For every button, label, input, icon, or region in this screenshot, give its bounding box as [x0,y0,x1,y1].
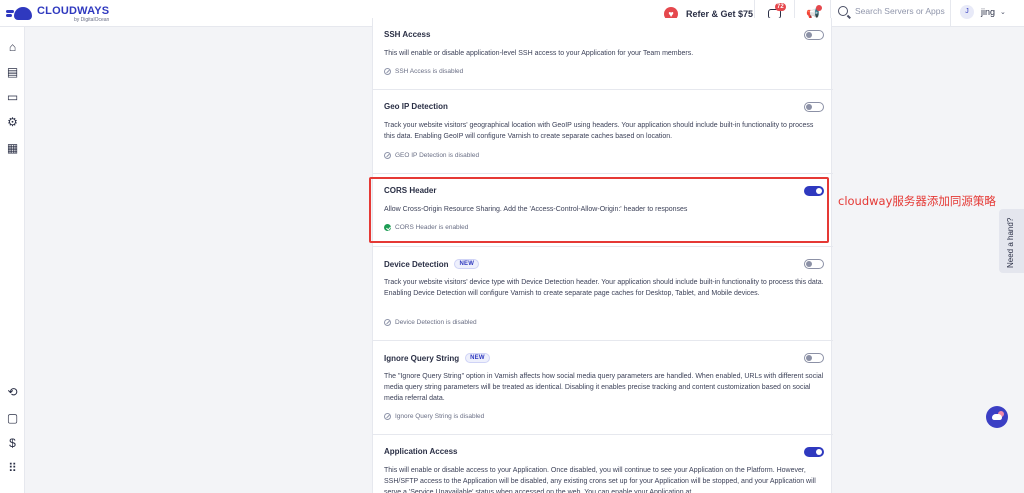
divider [950,0,951,27]
billing-icon[interactable]: ▦ [6,142,19,155]
setting-geo-ip: Geo IP Detection Track your website visi… [373,90,833,174]
ssh-access-toggle[interactable] [804,30,824,40]
apps-grid-icon[interactable]: ⠿ [6,462,19,475]
brand-name: CLOUDWAYS [37,4,110,17]
cloudways-logo[interactable]: CLOUDWAYS by DigitalOcean [6,4,109,24]
status-text: Device Detection is disabled [395,319,477,326]
disabled-icon [384,319,391,326]
application-access-toggle[interactable] [804,447,824,457]
disabled-icon [384,413,391,420]
status-text: GEO IP Detection is disabled [395,152,480,159]
setting-title: Device Detection NEW [384,259,480,269]
settings-icon[interactable]: ⚙ [6,116,19,129]
setting-description: Track your website visitors' device type… [384,279,824,297]
search-bar[interactable] [838,6,950,16]
setting-title: Geo IP Detection [384,102,448,111]
setting-title: Application Access [384,447,458,456]
status-text: Ignore Query String is disabled [395,413,485,420]
ignore-query-string-toggle[interactable] [804,353,824,363]
disabled-icon [384,152,391,159]
setting-title-text: Device Detection [384,259,449,269]
highlight-box [369,177,829,243]
team-icon[interactable]: ⟲ [6,386,19,399]
new-badge: NEW [454,259,480,269]
user-menu[interactable]: J jing ⌄ [960,5,1006,19]
avatar: J [960,5,974,19]
setting-description: The "Ignore Query String" option in Varn… [384,373,824,402]
servers-icon[interactable]: ▤ [6,66,19,79]
annotation-text: cloudway服务器添加同源策略 [838,194,996,208]
geo-ip-toggle[interactable] [804,102,824,112]
setting-device-detection: Device Detection NEW Track your website … [373,247,833,341]
setting-status: Ignore Query String is disabled [384,413,484,420]
sidebar: ⌂ ▤ ▭ ⚙ ▦ ⟲ ▢ $ ⠿ [0,27,25,493]
billing-dollar-icon[interactable]: $ [6,437,19,450]
need-a-hand-label: Need a hand? [1006,217,1015,268]
search-icon [838,6,848,16]
device-detection-toggle[interactable] [804,259,824,269]
setting-ignore-query-string: Ignore Query String NEW The "Ignore Quer… [373,341,833,435]
setting-description: This will enable or disable application-… [384,50,694,57]
setting-status: SSH Access is disabled [384,68,463,75]
brand-byline: by DigitalOcean [74,16,110,23]
folder-icon[interactable]: ▢ [6,412,19,425]
application-settings-card: SSH Access This will enable or disable a… [372,18,833,493]
notification-count-badge: 72 [775,3,786,11]
unread-dot [816,5,822,11]
setting-title: SSH Access [384,30,431,39]
applications-icon[interactable]: ▭ [6,91,19,104]
setting-title: Ignore Query String NEW [384,353,490,363]
chat-support-icon[interactable] [986,406,1008,428]
cloud-logo-icon [6,6,34,22]
new-badge: NEW [465,353,490,363]
search-input[interactable] [855,6,950,16]
setting-title-text: Ignore Query String [384,353,460,363]
home-icon[interactable]: ⌂ [6,41,19,54]
setting-description: This will enable or disable access to yo… [384,467,816,493]
setting-status: GEO IP Detection is disabled [384,152,479,159]
setting-application-access: Application Access This will enable or d… [373,435,833,493]
chevron-down-icon: ⌄ [1000,9,1006,16]
refer-label: Refer & Get $75 [686,8,754,19]
user-name: jing [981,7,996,17]
setting-status: Device Detection is disabled [384,319,477,326]
disabled-icon [384,68,391,75]
setting-description: Track your website visitors' geographica… [384,122,814,140]
need-a-hand-tab[interactable]: Need a hand? [999,209,1024,273]
setting-ssh-access: SSH Access This will enable or disable a… [373,18,833,90]
status-text: SSH Access is disabled [395,68,464,75]
